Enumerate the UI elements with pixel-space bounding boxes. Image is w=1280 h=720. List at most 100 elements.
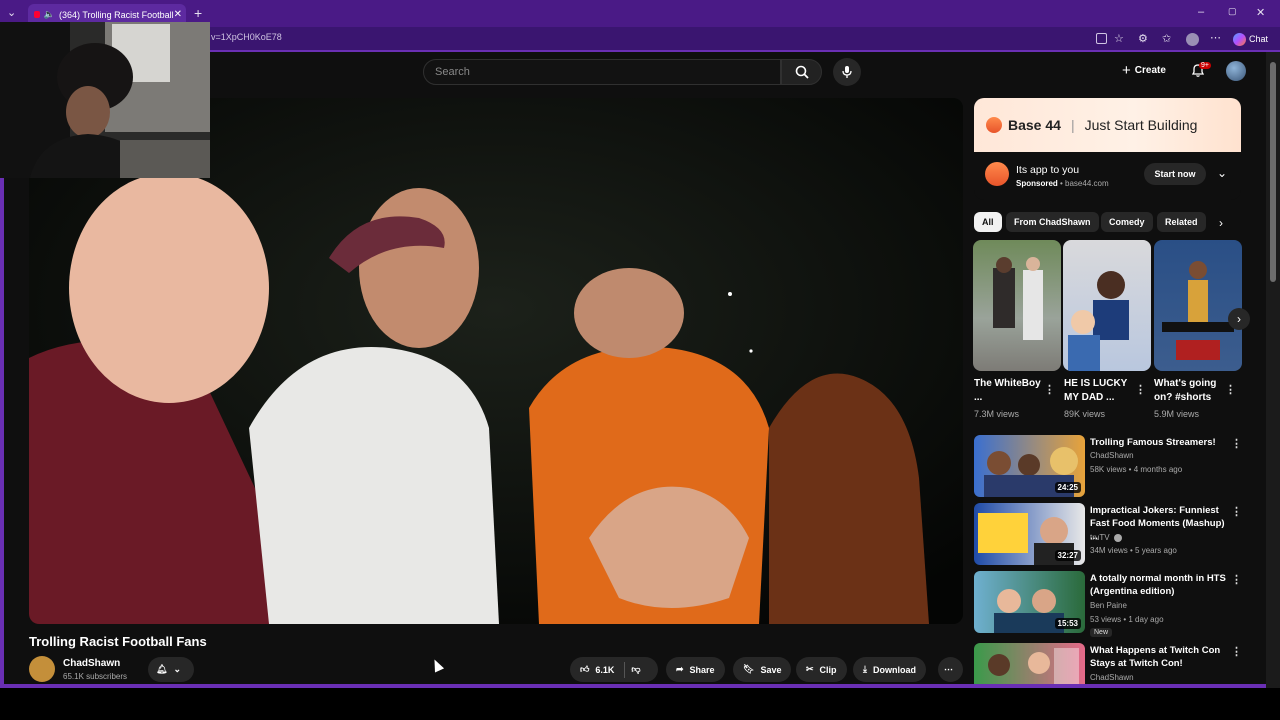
minimize-button[interactable]: –: [1198, 6, 1204, 18]
search-input[interactable]: Search: [423, 59, 781, 85]
ad-domain: base44.com: [1065, 179, 1109, 188]
share-icon: ➦: [676, 664, 684, 674]
subscriber-count: 65.1K subscribers: [63, 672, 128, 681]
short-thumbnail-1[interactable]: [973, 240, 1061, 371]
create-button[interactable]: + Create: [1122, 62, 1166, 79]
webcam-image: [0, 22, 210, 178]
ad-expand-chevron-icon[interactable]: ⌄: [1217, 166, 1227, 180]
duration-badge-1: 24:25: [1054, 482, 1081, 493]
video-title-3[interactable]: A totally normal month in HTS (Argentina…: [1090, 572, 1230, 598]
ad-tagline: Just Start Building: [1084, 117, 1198, 133]
short-views-3: 5.9M views: [1154, 409, 1200, 419]
chip-comedy[interactable]: Comedy: [1101, 212, 1153, 232]
sponsored-ad[interactable]: Base 44 | Just Start Building Its app to…: [974, 98, 1241, 200]
tab-close-icon[interactable]: ✕: [174, 9, 182, 20]
channel-label-2: truTV: [1090, 533, 1110, 542]
short-thumbnail-2[interactable]: [1063, 240, 1151, 371]
thumbnail-image-4: [988, 648, 1079, 684]
duration-badge-2: 32:27: [1054, 550, 1081, 561]
new-badge: New: [1090, 628, 1113, 637]
short-thumbnail-3[interactable]: [1154, 240, 1242, 371]
verified-icon: [1113, 533, 1122, 542]
video-menu-icon-1[interactable]: ⋮: [1231, 437, 1242, 450]
download-label: Download: [872, 664, 916, 675]
short-menu-icon-3[interactable]: ⋮: [1225, 383, 1236, 396]
video-menu-icon-4[interactable]: ⋮: [1231, 645, 1242, 658]
restore-button[interactable]: ▢: [1228, 6, 1237, 17]
thumbs-down-icon: 👎︎: [631, 664, 641, 674]
video-thumbnail-2[interactable]: 32:27: [974, 503, 1085, 565]
chevron-down-icon: ⌄: [173, 664, 181, 674]
search-button[interactable]: [781, 59, 822, 85]
search-icon: [795, 65, 809, 79]
clip-button[interactable]: ✂ Clip: [796, 657, 847, 682]
ad-divider: |: [1070, 117, 1075, 133]
short-title-2[interactable]: HE IS LUCKY MY DAD ...: [1064, 377, 1134, 405]
chips-next-icon[interactable]: ›: [1219, 216, 1223, 230]
copilot-chat-button[interactable]: Chat: [1233, 31, 1268, 47]
voice-search-button[interactable]: [833, 58, 861, 86]
app-available-icon[interactable]: [1096, 33, 1107, 44]
notification-count-badge: 9+: [1199, 62, 1211, 69]
thumbs-up-icon: 👍︎: [580, 664, 590, 674]
video-channel-4[interactable]: ChadShawn: [1090, 673, 1134, 682]
ad-banner[interactable]: Base 44 | Just Start Building: [974, 98, 1241, 152]
chip-all[interactable]: All: [974, 212, 1002, 232]
ad-logo-icon: [985, 162, 1009, 186]
short-views-2: 89K views: [1064, 409, 1106, 419]
copilot-icon: [1233, 32, 1246, 46]
search-placeholder: Search: [435, 66, 470, 78]
favorites-icon[interactable]: ✩: [1162, 32, 1171, 45]
short-views-1: 7.3M views: [974, 409, 1020, 419]
short-menu-icon-2[interactable]: ⋮: [1135, 383, 1146, 396]
short-image-3: [1162, 261, 1234, 360]
channel-name[interactable]: ChadShawn: [63, 658, 120, 669]
short-title-3[interactable]: What's going on? #shorts: [1154, 377, 1224, 405]
download-button[interactable]: ⤓ Download: [853, 657, 926, 682]
start-now-button[interactable]: Start now: [1144, 163, 1206, 185]
video-menu-icon-2[interactable]: ⋮: [1231, 505, 1242, 518]
video-thumbnail-3[interactable]: 15:53: [974, 571, 1085, 633]
new-tab-button[interactable]: +: [194, 5, 202, 21]
save-label: Save: [760, 664, 782, 675]
video-menu-icon-3[interactable]: ⋮: [1231, 573, 1242, 586]
url-field[interactable]: v=1XpCH0KoE78: [211, 32, 282, 42]
like-button[interactable]: 👍︎ 6.1K 👎︎: [570, 657, 658, 682]
notification-bell-button[interactable]: 🔔︎ ⌄: [148, 657, 194, 682]
save-button[interactable]: 🔖︎ Save: [733, 657, 792, 682]
more-actions-button[interactable]: ⋯: [938, 657, 963, 682]
channel-avatar[interactable]: [29, 656, 55, 682]
video-thumbnail-1[interactable]: 24:25: [974, 435, 1085, 497]
video-title-4[interactable]: What Happens at Twitch Con Stays at Twit…: [1090, 644, 1230, 670]
shorts-next-button[interactable]: ›: [1228, 308, 1250, 330]
extensions-icon[interactable]: ⚙: [1138, 32, 1148, 45]
video-meta-2: 34M views • 5 years ago: [1090, 546, 1177, 555]
clip-label: Clip: [819, 664, 837, 675]
video-title-1[interactable]: Trolling Famous Streamers!: [1090, 436, 1230, 449]
short-menu-icon-1[interactable]: ⋮: [1044, 383, 1055, 396]
webcam-overlay: [0, 22, 210, 178]
ad-title: Its app to you: [1016, 164, 1080, 176]
speaker-icon[interactable]: 🔈: [44, 9, 55, 20]
tab-title: (364) Trolling Racist Football: [59, 9, 174, 20]
chip-from-channel[interactable]: From ChadShawn: [1006, 212, 1099, 232]
short-title-1[interactable]: The WhiteBoy ...: [974, 377, 1044, 405]
window-frame-bottom: [0, 684, 1280, 688]
bookmark-icon: 🔖︎: [743, 664, 755, 674]
scissors-icon: ✂: [806, 664, 814, 674]
tab-list-chevron-icon[interactable]: ⌄: [7, 6, 16, 19]
video-thumbnail-4[interactable]: [974, 643, 1085, 684]
user-avatar[interactable]: [1226, 61, 1246, 81]
chip-related[interactable]: Related: [1157, 212, 1206, 232]
video-channel-2[interactable]: truTV: [1090, 533, 1122, 542]
scrollbar-thumb[interactable]: [1270, 62, 1276, 282]
favorite-star-icon[interactable]: ☆: [1114, 32, 1124, 45]
share-button[interactable]: ➦ Share: [666, 657, 725, 682]
more-options-icon[interactable]: ⋯: [1210, 31, 1221, 44]
close-window-button[interactable]: ✕: [1256, 6, 1265, 19]
profile-avatar-icon[interactable]: [1186, 33, 1199, 46]
short-image-2: [1068, 271, 1129, 371]
video-channel-3[interactable]: Ben Paine: [1090, 601, 1127, 610]
base44-logo-icon: [986, 117, 1002, 133]
video-channel-1[interactable]: ChadShawn: [1090, 451, 1134, 460]
